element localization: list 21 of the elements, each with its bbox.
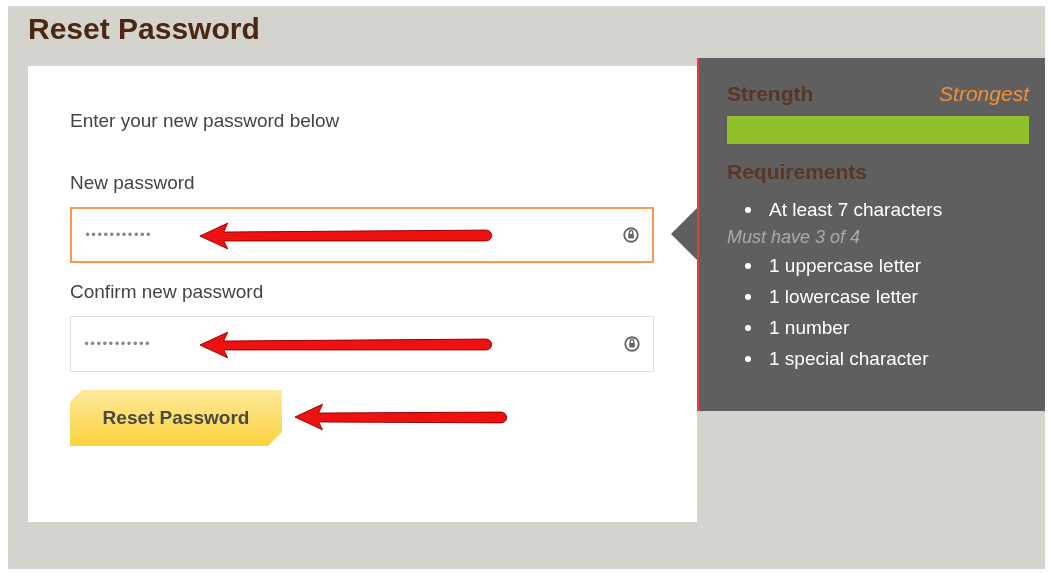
password-field[interactable]: •••••••••••: [70, 316, 654, 372]
bullet-icon: [745, 262, 751, 269]
requirement-text: 1 number: [769, 316, 850, 339]
requirement-text: 1 special character: [769, 347, 929, 370]
requirement-text: At least 7 characters: [769, 198, 943, 221]
bullet-icon: [745, 355, 751, 362]
strength-label: Strength: [727, 82, 814, 106]
requirement-text: 1 lowercase letter: [769, 285, 918, 308]
field-label: Confirm new password: [70, 281, 264, 303]
intro-text: Enter your new password below: [70, 110, 341, 132]
bullet-icon: [745, 293, 751, 300]
strength-rating: Strongest: [939, 82, 1029, 106]
requirement-note: Must have 3 of 4: [727, 227, 862, 248]
page-title: Reset Password: [28, 11, 261, 47]
requirement-text: 1 uppercase letter: [769, 254, 922, 277]
reset-password-button[interactable]: Reset Password: [70, 390, 282, 446]
requirements-heading: Requirements: [727, 160, 869, 184]
bullet-icon: [745, 324, 751, 331]
password-field[interactable]: •••••••••••: [70, 207, 654, 263]
bullet-icon: [745, 206, 751, 213]
field-label: New password: [70, 172, 195, 194]
